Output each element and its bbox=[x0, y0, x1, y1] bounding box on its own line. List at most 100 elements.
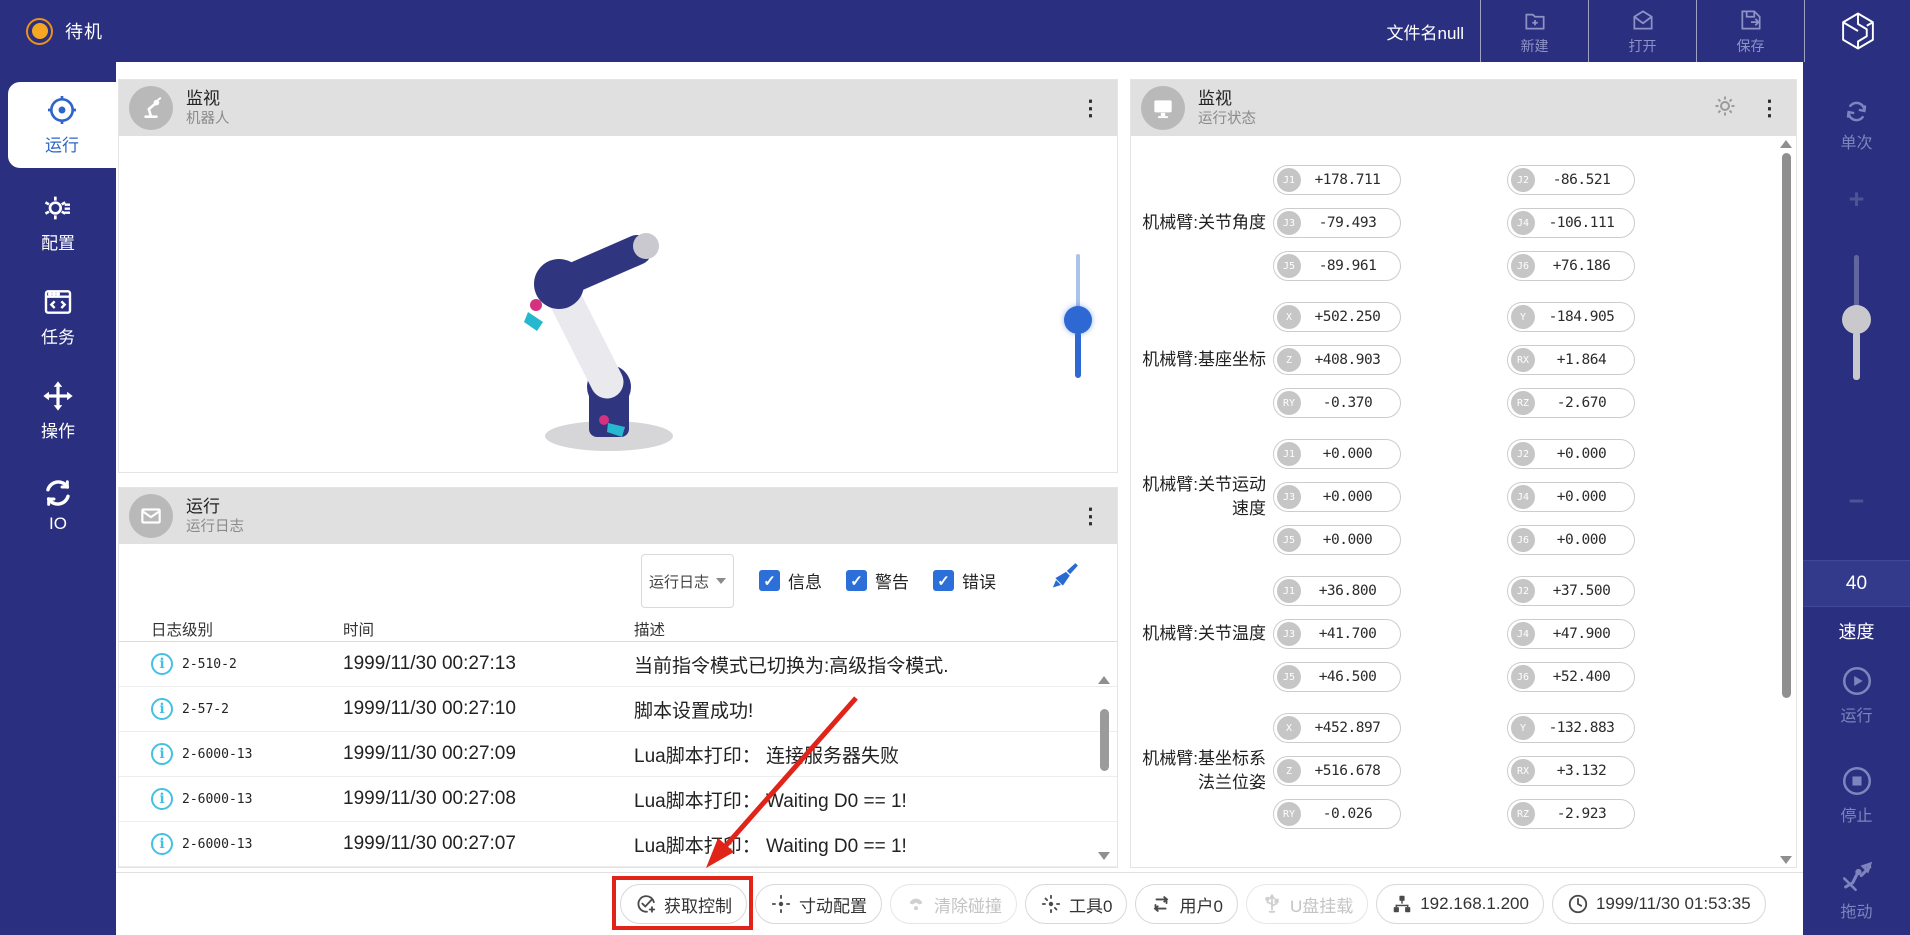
button-label: 用户0 bbox=[1179, 892, 1222, 917]
usb-mount-button[interactable]: U盘挂载 bbox=[1246, 884, 1368, 924]
status-indicator-icon bbox=[26, 18, 53, 45]
log-type-dropdown-value: 运行日志 bbox=[649, 571, 709, 592]
info-icon: i bbox=[151, 743, 173, 765]
status-group-joint-angle: 机械臂:关节角度 J1+178.711 J2-86.521 J3-79.493 … bbox=[1131, 165, 1778, 281]
broom-icon[interactable] bbox=[1051, 560, 1081, 590]
panel-title: 监视 bbox=[1198, 88, 1256, 109]
value-pill: RX+3.132 bbox=[1507, 756, 1635, 786]
robot-3d-view[interactable] bbox=[119, 136, 1117, 474]
scroll-down-icon[interactable] bbox=[1780, 856, 1792, 864]
sidebar-item-label: IO bbox=[49, 514, 67, 534]
sidebar-item-task[interactable]: 任务 bbox=[0, 270, 116, 364]
value-pill: J2+0.000 bbox=[1507, 439, 1635, 469]
run-button[interactable]: 运行 bbox=[1803, 664, 1910, 726]
operate-move-icon bbox=[42, 380, 74, 412]
single-cycle-button[interactable]: 单次 bbox=[1803, 98, 1910, 153]
log-scrollbar[interactable] bbox=[1097, 676, 1111, 860]
ip-address-button[interactable]: 192.168.1.200 bbox=[1376, 884, 1544, 924]
log-row[interactable]: i2-6000-13 1999/11/30 00:27:07 Lua脚本打印： … bbox=[119, 822, 1117, 867]
clock-icon bbox=[1567, 893, 1589, 915]
speed-increase-button[interactable]: + bbox=[1803, 184, 1910, 215]
stop-button[interactable]: 停止 bbox=[1803, 764, 1910, 826]
drag-teach-icon bbox=[1840, 860, 1874, 894]
save-file-label: 保存 bbox=[1737, 36, 1765, 56]
view-zoom-slider-track[interactable] bbox=[1076, 254, 1080, 309]
tool-frame-button[interactable]: 工具0 bbox=[1025, 884, 1127, 924]
sidebar-item-config[interactable]: 配置 bbox=[0, 176, 116, 270]
kebab-menu-icon[interactable]: ⋮ bbox=[1080, 96, 1101, 121]
status-panel-header: 监视 运行状态 ⋮ bbox=[1131, 80, 1796, 136]
kebab-menu-icon[interactable]: ⋮ bbox=[1080, 504, 1101, 529]
status-values-scroll-area[interactable]: 机械臂:关节角度 J1+178.711 J2-86.521 J3-79.493 … bbox=[1131, 136, 1778, 866]
speed-slider-fill[interactable] bbox=[1853, 332, 1860, 380]
speed-label: 速度 bbox=[1803, 618, 1910, 644]
sidebar-item-run[interactable]: 运行 bbox=[8, 82, 116, 168]
filter-label: 信息 bbox=[788, 568, 822, 593]
acquire-control-button[interactable]: 获取控制 bbox=[620, 884, 747, 924]
envelope-icon bbox=[129, 494, 173, 538]
filter-label: 警告 bbox=[875, 568, 909, 593]
save-file-button[interactable]: 保存 bbox=[1696, 0, 1804, 62]
network-icon bbox=[1391, 893, 1413, 915]
speed-slider-thumb[interactable] bbox=[1842, 305, 1871, 334]
filter-info-checkbox[interactable]: ✓ 信息 bbox=[759, 568, 822, 593]
robot-control-app: 待机 文件名null 新建 打开 保存 bbox=[0, 0, 1910, 935]
log-row[interactable]: i2-57-2 1999/11/30 00:27:10 脚本设置成功! bbox=[119, 687, 1117, 732]
scroll-up-icon[interactable] bbox=[1098, 676, 1110, 684]
io-cycle-icon bbox=[42, 477, 74, 509]
cycle-once-icon bbox=[1843, 98, 1870, 125]
app-logo bbox=[1804, 0, 1910, 62]
log-type-dropdown[interactable]: 运行日志 bbox=[641, 554, 734, 608]
kebab-menu-icon[interactable]: ⋮ bbox=[1759, 96, 1780, 121]
run-button-label: 运行 bbox=[1840, 702, 1872, 726]
single-cycle-label: 单次 bbox=[1840, 129, 1872, 153]
sidebar-item-operate[interactable]: 操作 bbox=[0, 364, 116, 458]
speed-slider-track[interactable] bbox=[1854, 255, 1859, 307]
info-icon: i bbox=[151, 698, 173, 720]
scrollbar-thumb[interactable] bbox=[1100, 709, 1109, 771]
robot-panel-header: 监视 机器人 ⋮ bbox=[119, 80, 1117, 136]
log-panel-header: 运行 运行日志 ⋮ bbox=[119, 488, 1117, 544]
log-row[interactable]: i2-6000-13 1999/11/30 00:27:08 Lua脚本打印： … bbox=[119, 777, 1117, 822]
value-pill: J5-89.961 bbox=[1273, 251, 1401, 281]
filter-warning-checkbox[interactable]: ✓ 警告 bbox=[846, 568, 909, 593]
drag-teach-button[interactable]: 拖动 bbox=[1803, 860, 1910, 922]
status-group-joint-temp: 机械臂:关节温度 J1+36.800 J2+37.500 J3+41.700 J… bbox=[1131, 576, 1778, 692]
scroll-up-icon[interactable] bbox=[1780, 140, 1792, 148]
value-pill: J6+76.186 bbox=[1507, 251, 1635, 281]
new-file-button[interactable]: 新建 bbox=[1480, 0, 1588, 62]
new-file-icon bbox=[1522, 7, 1548, 33]
scroll-down-icon[interactable] bbox=[1098, 852, 1110, 860]
jog-config-button[interactable]: 寸动配置 bbox=[755, 884, 882, 924]
panel-subtitle: 机器人 bbox=[186, 110, 230, 128]
config-gear-icon bbox=[42, 192, 74, 224]
current-filename: 文件名null bbox=[1387, 0, 1480, 62]
value-pill: J5+0.000 bbox=[1273, 525, 1401, 555]
settings-gear-icon[interactable] bbox=[1713, 94, 1737, 123]
scrollbar-thumb[interactable] bbox=[1782, 153, 1791, 698]
view-zoom-slider-thumb[interactable] bbox=[1064, 306, 1092, 334]
col-level: 日志级别 bbox=[151, 618, 343, 640]
user-frame-button[interactable]: 用户0 bbox=[1135, 884, 1237, 924]
stop-button-label: 停止 bbox=[1840, 802, 1872, 826]
open-file-button[interactable]: 打开 bbox=[1588, 0, 1696, 62]
task-code-icon bbox=[42, 286, 74, 318]
value-pill: J4-106.111 bbox=[1507, 208, 1635, 238]
usb-mount-icon bbox=[1261, 893, 1283, 915]
datetime-button[interactable]: 1999/11/30 01:53:35 bbox=[1552, 884, 1766, 924]
open-file-label: 打开 bbox=[1629, 36, 1657, 56]
sidebar-item-io[interactable]: IO bbox=[0, 458, 116, 552]
filter-error-checkbox[interactable]: ✓ 错误 bbox=[933, 568, 996, 593]
clear-collision-button[interactable]: 清除碰撞 bbox=[890, 884, 1017, 924]
status-scrollbar[interactable] bbox=[1779, 140, 1793, 864]
log-row[interactable]: i2-510-2 1999/11/30 00:27:13 当前指令模式已切换为:… bbox=[119, 642, 1117, 687]
stop-circle-icon bbox=[1840, 764, 1874, 798]
status-group-base-coord: 机械臂:基座坐标 X+502.250 Y-184.905 Z+408.903 R… bbox=[1131, 302, 1778, 418]
button-label: U盘挂载 bbox=[1290, 892, 1353, 917]
value-pill: Z+516.678 bbox=[1273, 756, 1401, 786]
filter-label: 错误 bbox=[962, 568, 996, 593]
view-zoom-slider-fill[interactable] bbox=[1075, 332, 1081, 378]
speed-decrease-button[interactable]: − bbox=[1803, 486, 1910, 517]
play-circle-icon bbox=[1840, 664, 1874, 698]
log-row[interactable]: i2-6000-13 1999/11/30 00:27:09 Lua脚本打印： … bbox=[119, 732, 1117, 777]
